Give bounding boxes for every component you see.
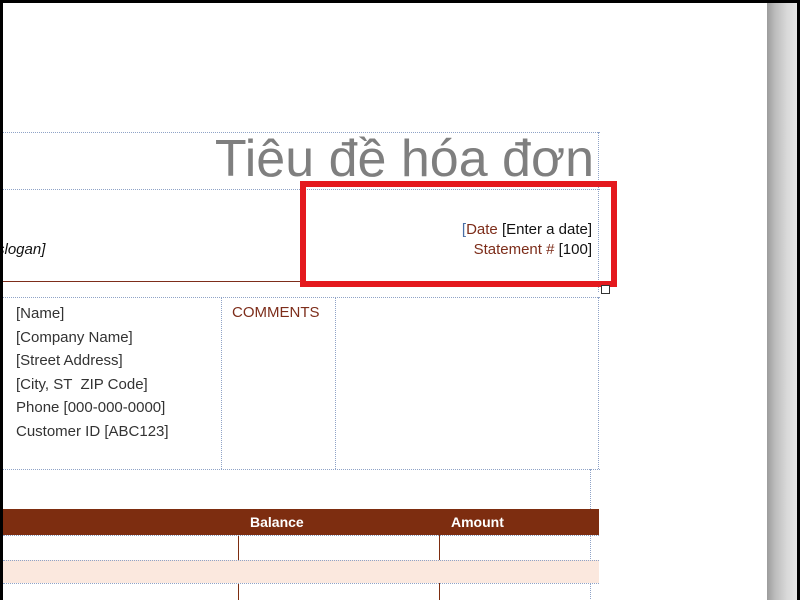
balance-header: Balance (250, 514, 304, 530)
column-separator (238, 509, 239, 600)
info-col1-guide (221, 297, 222, 469)
comments-label: COMMENTS (232, 304, 320, 321)
amount-header: Amount (451, 514, 504, 530)
info-right-guide (598, 297, 599, 469)
vertical-scrollbar[interactable] (767, 3, 797, 600)
resize-handle[interactable] (601, 285, 610, 294)
customer-name[interactable]: [Name] (16, 302, 169, 326)
highlight-box (300, 181, 617, 287)
document-page: Tiêu đề hóa đơn slogan] [Date [Enter a d… (3, 3, 767, 600)
customer-street[interactable]: [Street Address] (16, 349, 169, 373)
row-guide (3, 560, 599, 561)
column-separator (439, 509, 440, 600)
slogan-text[interactable]: slogan] (3, 241, 45, 258)
customer-company[interactable]: [Company Name] (16, 326, 169, 350)
row-guide (3, 535, 599, 536)
info-top-guide (3, 297, 600, 298)
customer-id[interactable]: Customer ID [ABC123] (16, 420, 169, 444)
customer-info: [Name] [Company Name] [Street Address] [… (16, 302, 169, 444)
info-col2-guide (335, 297, 336, 469)
row-guide (3, 583, 599, 584)
table-row[interactable] (3, 560, 599, 583)
customer-city[interactable]: [City, ST ZIP Code] (16, 373, 169, 397)
info-bottom-guide (3, 469, 600, 470)
customer-phone[interactable]: Phone [000-000-0000] (16, 396, 169, 420)
